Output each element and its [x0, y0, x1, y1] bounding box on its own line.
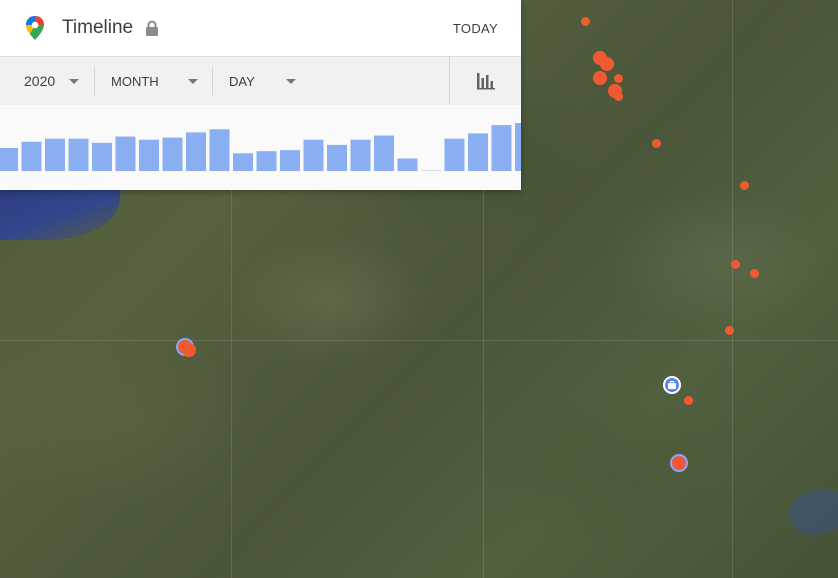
- location-dot[interactable]: [652, 139, 661, 148]
- activity-bar[interactable]: [115, 136, 136, 171]
- activity-bar[interactable]: [256, 151, 277, 171]
- activity-bar[interactable]: [327, 144, 347, 171]
- activity-bar[interactable]: [444, 138, 465, 171]
- timeline-panel: Timeline TODAY 2020 MONTH DAY: [0, 0, 521, 190]
- activity-bar[interactable]: [280, 150, 300, 171]
- location-dot[interactable]: [600, 57, 614, 71]
- activity-bar[interactable]: [68, 138, 89, 171]
- chevron-down-icon: [188, 79, 198, 84]
- activity-bar[interactable]: [233, 153, 253, 171]
- lock-icon[interactable]: [145, 20, 159, 36]
- activity-bar[interactable]: [45, 138, 65, 171]
- bar-chart-icon: [476, 73, 495, 90]
- date-filter-bar: 2020 MONTH DAY: [0, 57, 521, 106]
- activity-bar[interactable]: [0, 148, 18, 171]
- activity-bar[interactable]: [491, 125, 512, 171]
- location-cluster[interactable]: [670, 454, 688, 472]
- today-button[interactable]: TODAY: [453, 21, 498, 36]
- work-place-pin[interactable]: [663, 376, 681, 394]
- day-select[interactable]: DAY: [213, 57, 313, 105]
- activity-bar[interactable]: [21, 141, 42, 171]
- month-value: MONTH: [111, 73, 159, 89]
- location-dot[interactable]: [182, 343, 196, 357]
- year-select[interactable]: 2020: [0, 57, 94, 105]
- chart-toggle-button[interactable]: [449, 57, 521, 105]
- activity-bar[interactable]: [209, 129, 230, 171]
- location-dot[interactable]: [740, 181, 749, 190]
- day-value: DAY: [229, 73, 255, 89]
- activity-bar[interactable]: [374, 135, 394, 171]
- activity-bar[interactable]: [186, 132, 206, 171]
- map-grid-line: [0, 340, 838, 341]
- activity-bar[interactable]: [162, 137, 183, 171]
- activity-bar[interactable]: [303, 139, 324, 171]
- lake-area: [790, 490, 838, 535]
- map-grid-line: [732, 0, 733, 578]
- activity-bar[interactable]: [515, 123, 521, 171]
- activity-bar[interactable]: [139, 139, 159, 171]
- location-dot[interactable]: [581, 17, 590, 26]
- activity-bar-chart: [0, 105, 521, 190]
- location-dot[interactable]: [684, 396, 693, 405]
- activity-bar[interactable]: [468, 133, 488, 171]
- location-dot[interactable]: [731, 260, 740, 269]
- month-select[interactable]: MONTH: [95, 57, 212, 105]
- location-dot[interactable]: [593, 71, 607, 85]
- activity-bar[interactable]: [350, 139, 371, 171]
- chevron-down-icon: [286, 79, 296, 84]
- activity-bar[interactable]: [397, 158, 418, 171]
- chevron-down-icon: [69, 79, 79, 84]
- location-dot[interactable]: [614, 92, 623, 101]
- location-dot[interactable]: [614, 74, 623, 83]
- page-title: Timeline: [62, 17, 134, 38]
- bar-chart-svg: [0, 123, 521, 171]
- timeline-header: Timeline TODAY: [0, 0, 521, 57]
- briefcase-icon: [668, 381, 676, 389]
- empty-bar[interactable]: [421, 170, 441, 171]
- year-value: 2020: [24, 73, 56, 89]
- location-dot[interactable]: [750, 269, 759, 278]
- google-maps-pin-icon: [26, 16, 44, 40]
- location-dot[interactable]: [725, 326, 734, 335]
- activity-bar[interactable]: [92, 142, 112, 171]
